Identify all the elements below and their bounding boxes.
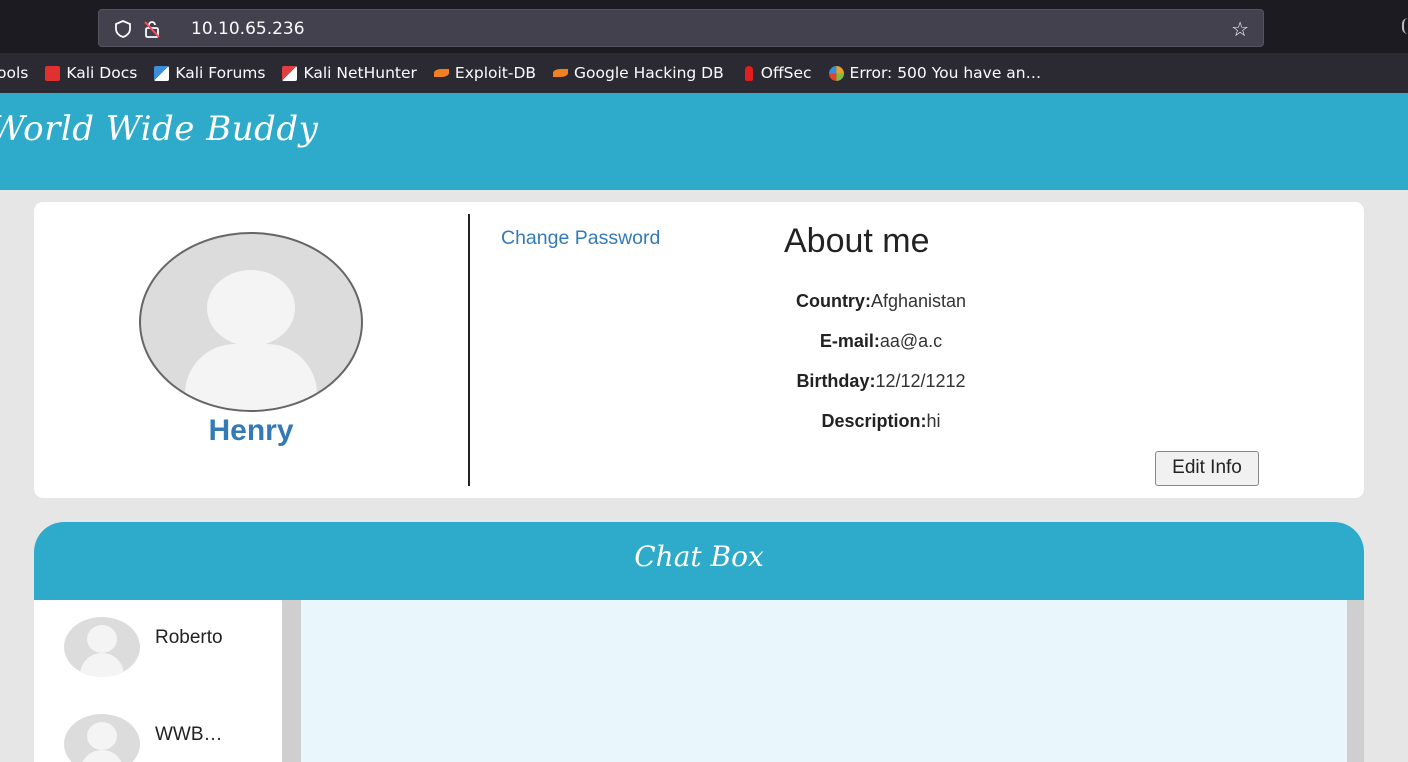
field-label: Country:: [795, 291, 871, 311]
bookmark-kali-forums[interactable]: Kali Forums: [154, 64, 265, 82]
extension-icon[interactable]: [1402, 18, 1408, 34]
chat-header: Chat Box: [34, 522, 1364, 600]
messages-scrollbar[interactable]: [1347, 600, 1364, 762]
vertical-divider: [468, 214, 470, 486]
browser-toolbar: 10.10.65.236 ☆: [0, 0, 1408, 53]
tracking-shield-icon[interactable]: [113, 19, 133, 39]
ghdb-icon: [553, 69, 569, 77]
bookmark-kali-docs[interactable]: Kali Docs: [45, 64, 137, 82]
site-header: World Wide Buddy: [0, 93, 1408, 190]
kali-nethunter-icon: [282, 65, 298, 81]
profile-name: Henry: [208, 414, 294, 447]
field-label: Description:: [821, 411, 927, 431]
bookmark-label: Google Hacking DB: [574, 64, 724, 82]
field-birthday: Birthday:12/12/1212: [634, 370, 1128, 410]
bookmark-label: ools: [0, 64, 29, 82]
bookmark-exploit-db[interactable]: Exploit-DB: [433, 64, 537, 82]
chat-contact-list: Roberto WWB…: [34, 600, 282, 762]
avatar-head-shape: [87, 625, 117, 653]
bookmark-label: Kali Forums: [175, 64, 266, 82]
bookmarks-toolbar: ools Kali Docs Kali Forums Kali NetHunte…: [0, 53, 1408, 93]
contact-avatar: [64, 617, 140, 677]
bookmark-google-hacking-db[interactable]: Google Hacking DB: [553, 64, 724, 82]
field-email: E-mail:aa@a.c: [634, 330, 1128, 370]
avatar-head-shape: [87, 722, 117, 750]
field-label: Birthday:: [796, 371, 876, 391]
insecure-lock-icon[interactable]: [142, 19, 162, 39]
contact-item-wwb[interactable]: WWB…: [64, 714, 274, 762]
edit-info-button[interactable]: Edit Info: [1155, 451, 1259, 486]
contact-avatar: [64, 714, 140, 762]
joomla-icon: [828, 65, 844, 81]
kali-docs-icon: [45, 65, 61, 81]
contact-name: WWB…: [155, 724, 223, 745]
bookmark-label: OffSec: [760, 64, 812, 82]
kali-forums-icon: [154, 65, 170, 81]
offsec-icon: [744, 65, 753, 81]
bookmark-label: Error: 500 You have an…: [849, 64, 1042, 82]
chat-box: Chat Box Roberto WWB…: [34, 522, 1364, 762]
chat-title: Chat Box: [634, 540, 764, 573]
address-bar[interactable]: 10.10.65.236 ☆: [98, 9, 1264, 47]
avatar-head-shape: [207, 270, 295, 346]
bookmark-tools[interactable]: ools: [0, 64, 28, 82]
contacts-scrollbar[interactable]: [282, 600, 301, 762]
bookmark-kali-nethunter[interactable]: Kali NetHunter: [282, 64, 417, 82]
contact-name: Roberto: [155, 627, 223, 648]
bookmark-offsec[interactable]: OffSec: [741, 64, 812, 82]
exploit-db-icon: [433, 69, 449, 77]
avatar-body-shape: [80, 750, 124, 762]
bookmark-label: Kali NetHunter: [303, 64, 417, 82]
bookmark-error-500[interactable]: Error: 500 You have an…: [828, 64, 1042, 82]
change-password-link[interactable]: Change Password: [501, 227, 660, 250]
chat-message-area[interactable]: [301, 600, 1347, 762]
site-title: World Wide Buddy: [0, 109, 319, 149]
avatar-body-shape: [80, 653, 124, 677]
field-value: Afghanistan: [870, 291, 967, 311]
field-country: Country:Afghanistan: [634, 290, 1128, 330]
profile-avatar: [139, 232, 363, 412]
bookmark-label: Exploit-DB: [454, 64, 537, 82]
field-value: hi: [926, 411, 941, 431]
field-label: E-mail:: [819, 331, 880, 351]
field-value: aa@a.c: [879, 331, 943, 351]
bookmark-star-icon[interactable]: ☆: [1231, 17, 1249, 41]
avatar-body-shape: [185, 344, 317, 410]
field-description: Description:hi: [634, 410, 1128, 450]
profile-card: Henry Change Password About me Country:A…: [34, 202, 1364, 498]
about-me-heading: About me: [784, 222, 930, 260]
url-text[interactable]: 10.10.65.236: [191, 19, 305, 39]
about-fields: Country:Afghanistan E-mail:aa@a.c Birthd…: [634, 290, 1128, 450]
bookmark-label: Kali Docs: [66, 64, 138, 82]
field-value: 12/12/1212: [875, 371, 966, 391]
contact-item-roberto[interactable]: Roberto: [64, 617, 274, 677]
